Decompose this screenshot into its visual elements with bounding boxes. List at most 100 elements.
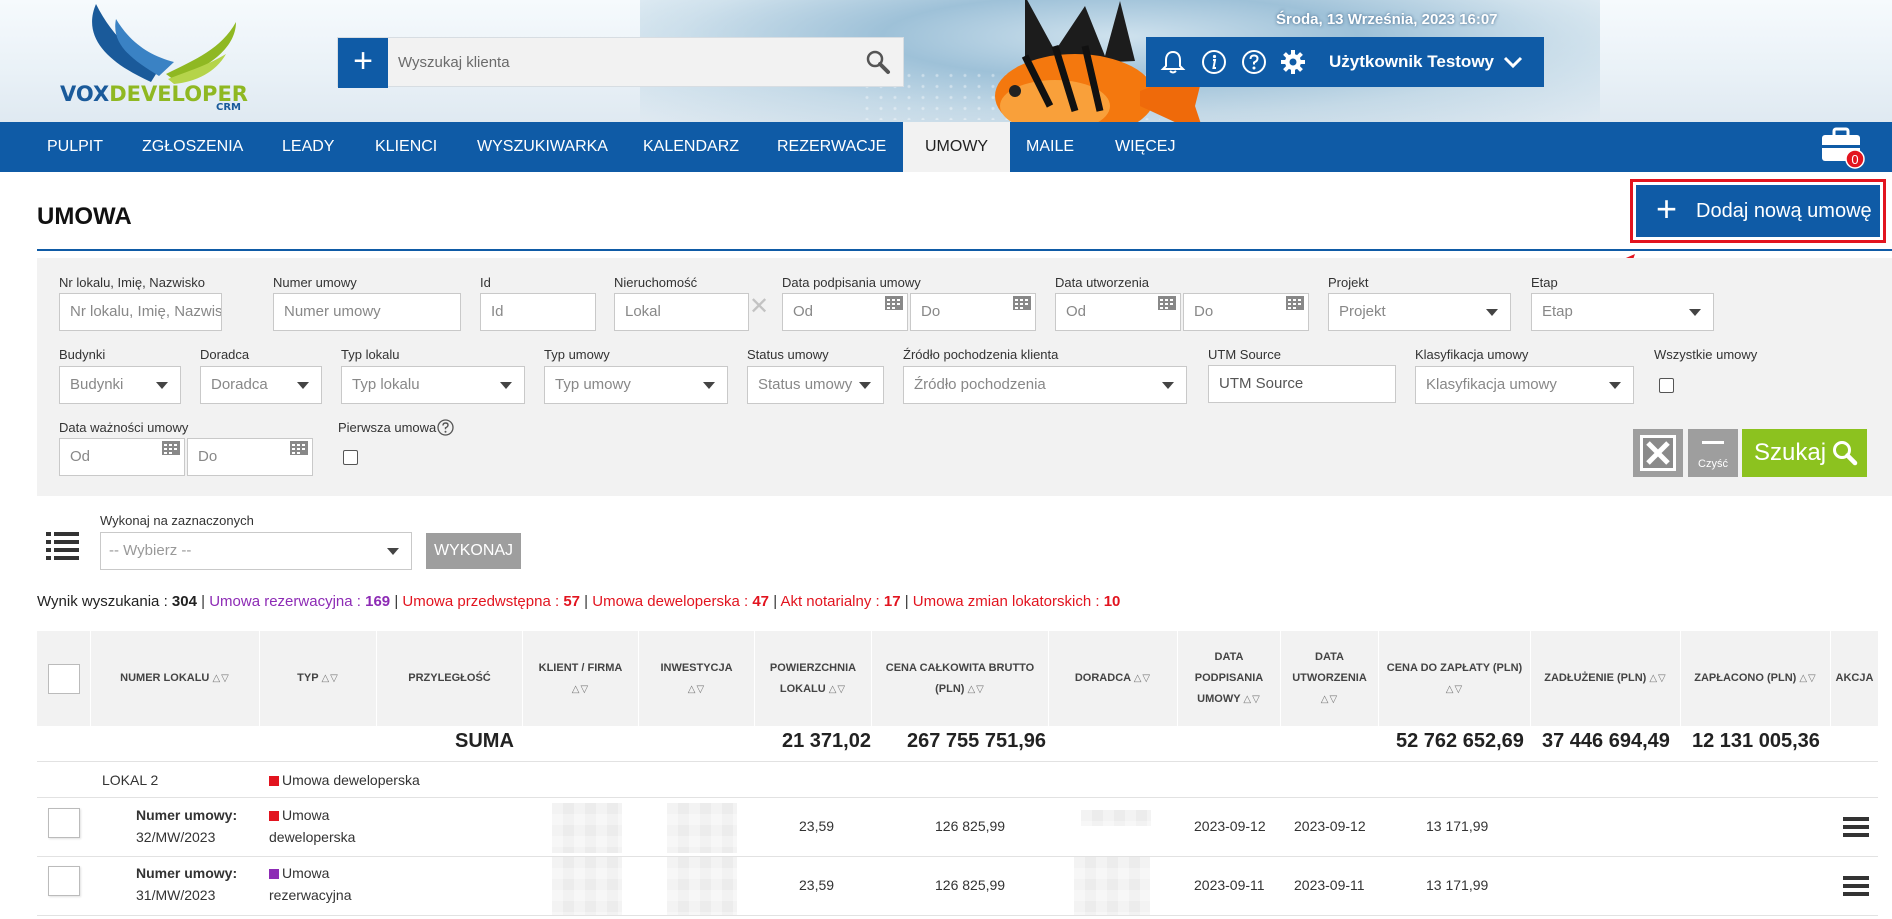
- quick-add-button[interactable]: +: [338, 38, 388, 88]
- type-color-marker: [269, 776, 279, 786]
- summary-item-przedwstepna[interactable]: Umowa przedwstępna: [402, 593, 550, 610]
- data-utworzenia-od-text: Od: [1066, 303, 1087, 320]
- header-cena-brutto[interactable]: CENA CAŁKOWITA BRUTTO (PLN) △▽: [872, 631, 1049, 726]
- header-doradca[interactable]: DORADCA △▽: [1049, 631, 1178, 726]
- nieruchomosc-input[interactable]: Lokal: [614, 293, 749, 331]
- summary-item-rezerwacyjna[interactable]: Umowa rezerwacyjna: [209, 593, 352, 610]
- doradca-select[interactable]: Doradca: [200, 366, 322, 404]
- list-icon[interactable]: [46, 530, 79, 560]
- data-utworzenia-do-input[interactable]: Do: [1183, 293, 1309, 331]
- klasyfikacja-select[interactable]: Klasyfikacja umowy: [1415, 366, 1634, 404]
- nav-item-rezerwacje[interactable]: REZERWACJE: [755, 122, 908, 172]
- data-waznosci-do-input[interactable]: Do: [187, 438, 313, 476]
- user-name[interactable]: Użytkownik Testowy: [1329, 52, 1494, 72]
- export-excel-button[interactable]: [1633, 429, 1683, 477]
- row-checkbox[interactable]: [48, 866, 80, 896]
- row-cena-zaplaty: 13 171,99: [1426, 877, 1489, 893]
- chevron-down-icon[interactable]: [1502, 52, 1524, 72]
- row-cena: 126 825,99: [935, 877, 1006, 893]
- header-typ[interactable]: TYP △▽: [260, 631, 377, 726]
- nav-item-klienci[interactable]: KLIENCI: [353, 122, 459, 172]
- pierwsza-umowa-checkbox[interactable]: [343, 450, 358, 465]
- filter-label-utm: UTM Source: [1208, 347, 1281, 362]
- current-datetime: Środa, 13 Września, 2023 16:07: [1276, 11, 1498, 28]
- filter-label-data-utworzenia: Data utworzenia: [1055, 275, 1149, 290]
- filter-label-typ-umowy: Typ umowy: [544, 347, 610, 362]
- select-all-checkbox[interactable]: [48, 664, 80, 694]
- header-zaplacono[interactable]: ZAPŁACONO (PLN) △▽: [1681, 631, 1831, 726]
- data-podpisania-od-input[interactable]: Od: [782, 293, 908, 331]
- table-row[interactable]: Numer umowy: 31/MW/2023 Umowa rezerwacyj…: [37, 857, 1878, 916]
- calendar-icon[interactable]: [290, 441, 308, 455]
- search-button[interactable]: Szukaj: [1742, 429, 1867, 477]
- row-numer-umowy[interactable]: 31/MW/2023: [136, 887, 215, 903]
- header-powierzchnia[interactable]: POWIERZCHNIA LOKALU △▽: [755, 631, 872, 726]
- sort-arrows-icon: △▽: [1243, 694, 1261, 705]
- projekt-select[interactable]: Projekt: [1328, 293, 1511, 331]
- wszystkie-umowy-checkbox[interactable]: [1659, 378, 1674, 393]
- status-umowy-select[interactable]: Status umowy: [747, 366, 884, 404]
- briefcase-icon[interactable]: 0: [1820, 127, 1866, 169]
- calendar-icon[interactable]: [885, 296, 903, 310]
- bulk-action-select[interactable]: -- Wybierz --: [100, 532, 412, 570]
- clear-nieruchomosc-icon[interactable]: ✕: [749, 292, 769, 321]
- nav-item-wyszukiwarka[interactable]: WYSZUKIWARKA: [455, 122, 630, 172]
- nav-item-pulpit[interactable]: PULPIT: [25, 122, 125, 172]
- data-podpisania-do-input[interactable]: Do: [910, 293, 1036, 331]
- filter-label-numer-umowy: Numer umowy: [273, 275, 357, 290]
- header-klient[interactable]: KLIENT / FIRMA △▽: [523, 631, 639, 726]
- id-input[interactable]: Id: [480, 293, 596, 331]
- client-search-input[interactable]: [388, 38, 848, 86]
- summary-item-deweloperska[interactable]: Umowa deweloperska: [592, 593, 740, 610]
- search-icon[interactable]: [865, 49, 891, 75]
- summary-item-akt[interactable]: Akt notarialny: [780, 593, 871, 610]
- data-podpisania-do-text: Do: [921, 303, 941, 320]
- calendar-icon[interactable]: [1013, 296, 1031, 310]
- nav-item-zgloszenia[interactable]: ZGŁOSZENIA: [120, 122, 265, 172]
- excel-icon: [1640, 435, 1676, 471]
- summary-item-zmian[interactable]: Umowa zmian lokatorskich: [913, 593, 1091, 610]
- help-icon[interactable]: [437, 419, 454, 436]
- calendar-icon[interactable]: [1158, 296, 1176, 310]
- nav-item-maile[interactable]: MAILE: [1004, 122, 1096, 172]
- client-search: +: [337, 37, 904, 88]
- nr-lokalu-input[interactable]: Nr lokalu, Imię, Nazwisko: [59, 293, 222, 331]
- gear-icon[interactable]: [1280, 49, 1306, 75]
- nav-item-umowy[interactable]: UMOWY: [903, 122, 1011, 172]
- row-checkbox[interactable]: [48, 808, 80, 838]
- calendar-icon[interactable]: [1286, 296, 1304, 310]
- data-waznosci-od-text: Od: [70, 448, 91, 465]
- menu-icon[interactable]: [1843, 875, 1869, 897]
- utm-source-input[interactable]: UTM Source: [1208, 365, 1396, 403]
- calendar-icon[interactable]: [162, 441, 180, 455]
- help-icon[interactable]: [1241, 49, 1267, 75]
- nav-item-kalendarz[interactable]: KALENDARZ: [621, 122, 761, 172]
- zrodlo-select[interactable]: Źródło pochodzenia: [903, 366, 1187, 404]
- bell-icon[interactable]: [1160, 49, 1186, 75]
- header-zadluzenie[interactable]: ZADŁUŻENIE (PLN) △▽: [1531, 631, 1681, 726]
- clear-filters-button[interactable]: Czyść: [1688, 429, 1738, 477]
- info-icon[interactable]: [1201, 49, 1227, 75]
- numer-umowy-input[interactable]: Numer umowy: [273, 293, 461, 331]
- table-row[interactable]: Numer umowy: 32/MW/2023 Umowa dewelopers…: [37, 798, 1878, 857]
- nav-item-leady[interactable]: LEADY: [260, 122, 356, 172]
- nav-item-wiecej[interactable]: WIĘCEJ: [1093, 122, 1197, 172]
- execute-button[interactable]: WYKONAJ: [426, 533, 521, 569]
- header-data-podpisania[interactable]: DATA PODPISANIA UMOWY △▽: [1178, 631, 1281, 726]
- header-inwestycja[interactable]: INWESTYCJA △▽: [639, 631, 755, 726]
- typ-lokalu-select[interactable]: Typ lokalu: [341, 366, 525, 404]
- row-cena-zaplaty: 13 171,99: [1426, 818, 1489, 834]
- typ-umowy-select[interactable]: Typ umowy: [544, 366, 728, 404]
- data-utworzenia-od-input[interactable]: Od: [1055, 293, 1181, 331]
- row-numer-umowy[interactable]: 32/MW/2023: [136, 829, 215, 845]
- data-waznosci-od-input[interactable]: Od: [59, 438, 185, 476]
- budynki-select[interactable]: Budynki: [59, 366, 181, 404]
- etap-select[interactable]: Etap: [1531, 293, 1714, 331]
- sum-cena-zaplaty: 52 762 652,69: [1396, 730, 1524, 752]
- add-contract-button[interactable]: + Dodaj nową umowę: [1636, 185, 1880, 237]
- briefcase-badge: 0: [1851, 152, 1858, 167]
- header-data-utworzenia[interactable]: DATA UTWORZENIA △▽: [1281, 631, 1379, 726]
- header-cena-zaplaty[interactable]: CENA DO ZAPŁATY (PLN) △▽: [1379, 631, 1531, 726]
- menu-icon[interactable]: [1843, 816, 1869, 838]
- header-numer-lokalu[interactable]: NUMER LOKALU △▽: [91, 631, 260, 726]
